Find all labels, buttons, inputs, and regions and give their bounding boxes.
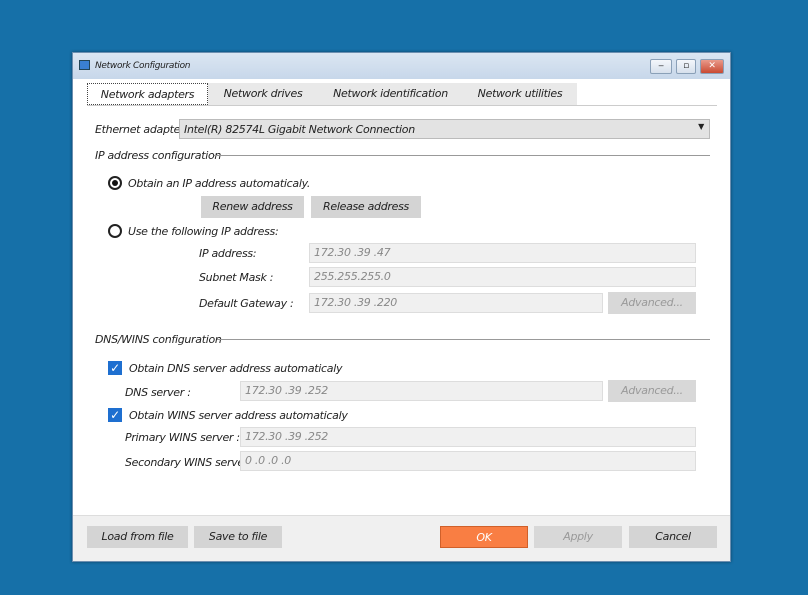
minimize-button[interactable]: ‒ [650,59,672,74]
tab-network-adapters[interactable]: Network adapters [87,83,208,105]
obtain-wins-auto-checkbox[interactable]: ✓ [108,408,122,422]
obtain-dns-auto-label: Obtain DNS server address automaticaly [129,362,343,375]
obtain-wins-auto-label: Obtain WINS server address automaticaly [129,409,348,422]
ip-advanced-button[interactable]: Advanced... [608,292,696,314]
dns-server-input[interactable]: 172.30 .39 .252 [240,381,603,401]
obtain-ip-auto-radio[interactable] [108,176,122,190]
ethernet-adapter-label: Ethernet adapter: [95,123,188,136]
chevron-down-icon: ▼ [698,122,704,131]
secondary-wins-label: Secondary WINS server: [125,456,252,469]
default-gateway-label: Default Gateway : [199,297,294,310]
title-bar: Network Configuration ‒ ▫ ✕ [73,53,730,79]
use-following-ip-label: Use the following IP address: [128,225,279,238]
primary-wins-input[interactable]: 172.30 .39 .252 [240,427,696,447]
apply-button[interactable]: Apply [534,526,622,548]
renew-address-button[interactable]: Renew address [201,196,304,218]
secondary-wins-input[interactable]: 0 .0 .0 .0 [240,451,696,471]
cancel-button[interactable]: Cancel [629,526,717,548]
divider [217,339,710,340]
window-title: Network Configuration [95,61,191,71]
network-configuration-window: Network Configuration ‒ ▫ ✕ Network adap… [72,52,731,562]
load-from-file-button[interactable]: Load from file [87,526,188,548]
app-icon [79,60,90,70]
dns-server-label: DNS server : [125,386,191,399]
tab-network-drives[interactable]: Network drives [208,83,318,105]
tab-network-utilities[interactable]: Network utilities [463,83,577,105]
close-button[interactable]: ✕ [700,59,724,74]
obtain-dns-auto-checkbox[interactable]: ✓ [108,361,122,375]
primary-wins-label: Primary WINS server : [125,431,240,444]
ip-address-input[interactable]: 172.30 .39 .47 [309,243,696,263]
obtain-ip-auto-label: Obtain an IP address automaticaly. [128,177,311,190]
ethernet-adapter-value: Intel(R) 82574L Gigabit Network Connecti… [184,123,415,136]
dns-advanced-button[interactable]: Advanced... [608,380,696,402]
dns-section-title: DNS/WINS configuration [95,333,222,346]
subnet-mask-input[interactable]: 255.255.255.0 [309,267,696,287]
ip-address-label: IP address: [199,247,257,260]
divider [214,155,710,156]
maximize-button[interactable]: ▫ [676,59,696,74]
save-to-file-button[interactable]: Save to file [194,526,282,548]
default-gateway-input[interactable]: 172.30 .39 .220 [309,293,603,313]
use-following-ip-radio[interactable] [108,224,122,238]
ip-section-title: IP address configuration [95,149,222,162]
ethernet-adapter-select[interactable]: Intel(R) 82574L Gigabit Network Connecti… [179,119,710,139]
subnet-mask-label: Subnet Mask : [199,271,274,284]
tab-network-identification[interactable]: Network identification [318,83,463,105]
release-address-button[interactable]: Release address [311,196,421,218]
ok-button[interactable]: OK [440,526,528,548]
